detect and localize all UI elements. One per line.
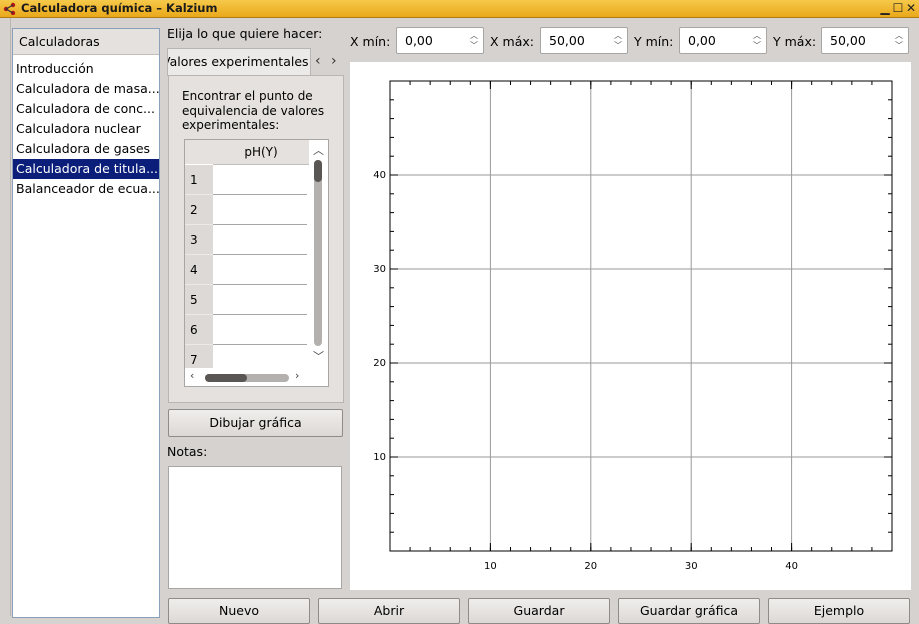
tab-label: Valores experimentales (167, 54, 309, 69)
column-header-ph[interactable]: pH(Y) (213, 140, 309, 165)
tab-scroll-right-icon[interactable]: › (331, 53, 337, 69)
open-button[interactable]: Abrir (318, 598, 460, 624)
equivalence-description: Encontrar el punto de equivalencia de va… (182, 89, 325, 132)
plot-svg: 10 20 30 40 10 20 30 40 (373, 80, 893, 572)
y-tick-label: 30 (373, 264, 386, 275)
ymin-label: Y mín: (634, 34, 674, 49)
scroll-right-icon[interactable]: › (295, 369, 299, 382)
save-graph-button[interactable]: Guardar gráfica (618, 598, 760, 624)
tab-scroll-left-icon[interactable]: ‹ (315, 53, 321, 69)
row-header: 1 (185, 165, 213, 195)
x-tick-label: 10 (484, 561, 497, 572)
ymax-spinbox[interactable]: 50,00 ︿ ﹀ (821, 27, 909, 54)
xmax-spinbox[interactable]: 50,00 ︿ ﹀ (540, 27, 628, 54)
example-button[interactable]: Ejemplo (768, 598, 910, 624)
y-tick-label: 20 (373, 358, 386, 369)
spin-down-icon[interactable]: ﹀ (895, 40, 903, 51)
scroll-up-icon[interactable]: ︿ (313, 142, 324, 158)
y-tick-label: 40 (373, 170, 386, 181)
draw-graph-button[interactable]: Dibujar gráfica (168, 409, 343, 437)
calculator-item-nuclear[interactable]: Calculadora nuclear (13, 119, 159, 139)
table-cell[interactable] (213, 195, 307, 225)
new-button[interactable]: Nuevo (168, 598, 310, 624)
tab-experimental-values[interactable]: Valores experimentales (167, 48, 311, 76)
scroll-left-icon[interactable]: ‹ (190, 369, 194, 382)
calculator-item-concentration[interactable]: Calculadora de conc... (13, 99, 159, 119)
experimental-values-panel: Encontrar el punto de equivalencia de va… (168, 75, 344, 403)
row-header: 5 (185, 285, 213, 315)
x-tick-label: 30 (685, 561, 698, 572)
table-cell[interactable] (213, 225, 307, 255)
row-header: 6 (185, 315, 213, 345)
table-corner (185, 140, 213, 164)
maximize-icon[interactable]: ☐ (892, 1, 904, 15)
notes-textarea[interactable] (168, 466, 342, 589)
plot-frame (389, 80, 893, 552)
ymax-label: Y máx: (773, 34, 817, 49)
spin-down-icon[interactable]: ﹀ (470, 40, 478, 51)
vertical-scroll-thumb[interactable] (314, 160, 322, 182)
x-tick-label: 40 (785, 561, 798, 572)
row-header: 4 (185, 255, 213, 285)
calculator-item-mass[interactable]: Calculadora de masa... (13, 79, 159, 99)
choose-label: Elija lo que quiere hacer: (167, 26, 323, 41)
title-bar: Calculadora química – Kalzium ▁ ☐ ✕ (0, 0, 919, 18)
calculators-list: Calculadoras Introducción Calculadora de… (12, 28, 160, 618)
scroll-down-icon[interactable]: ﹀ (313, 348, 324, 364)
notes-label: Notas: (167, 444, 208, 459)
ph-values-table: pH(Y) 1 2 3 4 5 6 7 ︿ ﹀ ‹ › (184, 139, 329, 387)
kalzium-app-icon (3, 2, 16, 15)
table-cell[interactable] (213, 315, 307, 345)
calculators-header: Calculadoras (13, 29, 159, 55)
window-edge-strip (0, 18, 11, 616)
xmin-spinbox[interactable]: 0,00 ︿ ﹀ (396, 27, 484, 54)
calculator-item-introduction[interactable]: Introducción (13, 59, 159, 79)
horizontal-scroll-thumb[interactable] (205, 374, 247, 382)
calculator-item-gas[interactable]: Calculadora de gases (13, 139, 159, 159)
spin-down-icon[interactable]: ﹀ (614, 40, 622, 51)
table-vertical-scrollbar[interactable]: ︿ ﹀ (309, 140, 328, 368)
ymin-spinbox[interactable]: 0,00 ︿ ﹀ (679, 27, 767, 54)
x-tick-label: 20 (584, 561, 597, 572)
calculator-item-titration[interactable]: Calculadora de titula... (13, 159, 159, 179)
table-horizontal-scrollbar[interactable]: ‹ › (185, 368, 328, 386)
calculator-item-equation-balancer[interactable]: Balanceador de ecua... (13, 179, 159, 199)
titration-plot[interactable]: 10 20 30 40 10 20 30 40 (350, 62, 911, 590)
spin-down-icon[interactable]: ﹀ (753, 40, 761, 51)
xmin-label: X mín: (350, 34, 391, 49)
table-cell[interactable] (213, 255, 307, 285)
minimize-icon[interactable]: ▁ (879, 1, 891, 15)
window-title: Calculadora química – Kalzium (21, 1, 218, 15)
table-cell[interactable] (213, 165, 307, 195)
table-cell[interactable] (213, 285, 307, 315)
row-header: 3 (185, 225, 213, 255)
y-tick-label: 10 (373, 452, 386, 463)
close-icon[interactable]: ✕ (905, 1, 917, 15)
save-button[interactable]: Guardar (468, 598, 610, 624)
row-header: 2 (185, 195, 213, 225)
xmax-label: X máx: (490, 34, 534, 49)
